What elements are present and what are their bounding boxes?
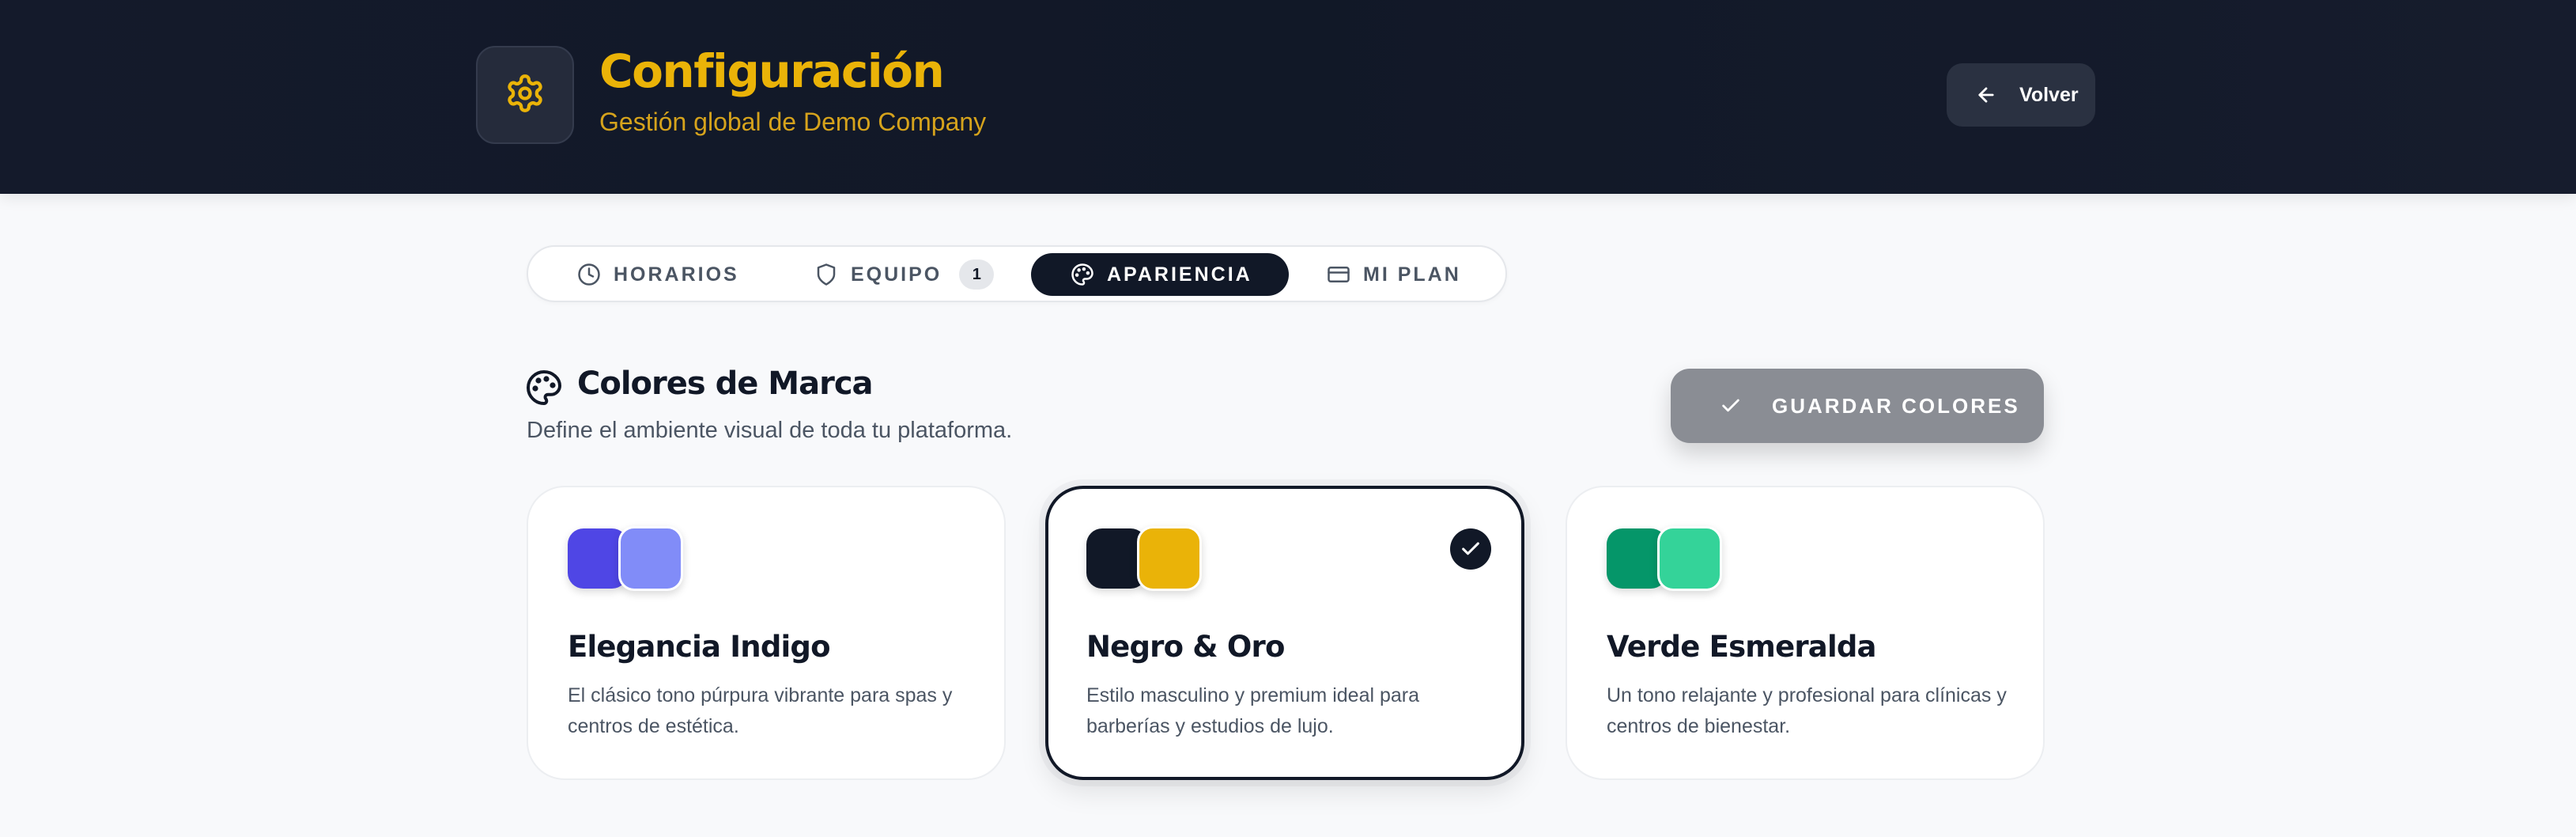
theme-card-elegancia-indigo[interactable]: Elegancia Indigo El clásico tono púrpura… [527,486,1006,780]
team-count-badge: 1 [959,259,995,290]
check-icon [1720,394,1743,418]
back-button-label: Volver [2019,83,2079,106]
credit-card-icon [1327,263,1350,286]
theme-description: El clásico tono púrpura vibrante para sp… [568,684,953,737]
theme-card-negro-oro[interactable]: Negro & Oro Estilo masculino y premium i… [1045,486,1524,780]
page-title: Configuración [599,44,945,98]
theme-name: Elegancia Indigo [568,630,831,664]
gear-icon [504,73,546,118]
settings-icon-box [476,46,574,144]
tab-equipo[interactable]: EQUIPO 1 [814,253,995,296]
theme-name: Verde Esmeralda [1607,630,1877,664]
palette-icon [525,369,563,407]
tab-apariencia-label: APARIENCIA [1107,263,1252,286]
section-subtitle: Define el ambiente visual de toda tu pla… [527,418,1013,443]
palette-icon [1071,263,1094,286]
secondary-color-swatch [1137,526,1202,591]
selected-check-icon [1450,528,1491,570]
shield-icon [814,263,838,286]
tab-apariencia[interactable]: APARIENCIA [1031,253,1289,296]
secondary-color-swatch [1657,526,1722,591]
tab-mi-plan-label: MI PLAN [1363,263,1461,286]
save-colors-label: GUARDAR COLORES [1772,393,2020,418]
settings-tabs: HORARIOS EQUIPO 1 APARIENCIA MI PLAN [527,245,1507,302]
section-title: Colores de Marca [577,365,874,402]
tab-horarios-label: HORARIOS [614,263,739,286]
theme-description: Un tono relajante y profesional para clí… [1607,684,2007,737]
theme-description: Estilo masculino y premium ideal para ba… [1086,684,1420,737]
save-colors-button[interactable]: GUARDAR COLORES [1671,369,2044,443]
secondary-color-swatch [618,526,683,591]
clock-icon [577,263,601,286]
page-subtitle: Gestión global de Demo Company [599,108,987,136]
color-swatches [568,526,683,592]
tab-horarios[interactable]: HORARIOS [577,253,739,296]
theme-card-verde-esmeralda[interactable]: Verde Esmeralda Un tono relajante y prof… [1566,486,2045,780]
color-swatches [1086,526,1202,592]
tab-equipo-label: EQUIPO [851,263,942,286]
color-swatches [1607,526,1722,592]
back-button[interactable]: Volver [1947,63,2095,127]
theme-name: Negro & Oro [1086,630,1285,664]
tab-mi-plan[interactable]: MI PLAN [1327,253,1461,296]
top-header: Configuración Gestión global de Demo Com… [0,0,2576,194]
arrow-left-icon [1975,83,1999,107]
